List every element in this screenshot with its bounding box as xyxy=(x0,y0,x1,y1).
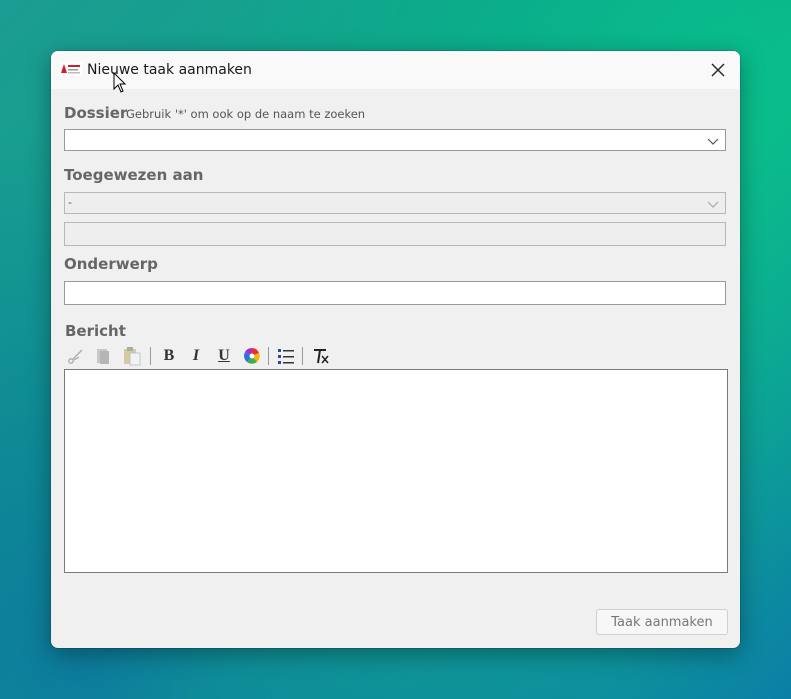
dossier-label: Dossier xyxy=(64,104,128,122)
assigned-combobox[interactable]: - xyxy=(64,192,726,214)
bullet-list-icon xyxy=(278,349,294,364)
title-bar[interactable]: Nieuwe taak aanmaken xyxy=(51,51,740,89)
mouse-cursor-icon xyxy=(113,72,127,93)
app-logo-icon xyxy=(60,62,82,76)
subject-field[interactable] xyxy=(64,281,726,305)
bold-button[interactable]: B xyxy=(158,345,180,367)
editor-toolbar: B I U xyxy=(65,345,365,367)
dialog-title: Nieuwe taak aanmaken xyxy=(87,62,252,78)
new-task-dialog: Nieuwe taak aanmaken Dossier Gebruik '*'… xyxy=(51,51,740,648)
subject-input[interactable] xyxy=(65,282,725,304)
dossier-hint: Gebruik '*' om ook op de naam te zoeken xyxy=(126,107,366,121)
bold-icon: B xyxy=(163,347,175,364)
assigned-label: Toegewezen aan xyxy=(64,166,204,184)
chevron-down-icon[interactable] xyxy=(706,198,720,210)
copy-icon xyxy=(97,349,109,364)
italic-icon: I xyxy=(192,347,200,364)
toolbar-separator xyxy=(268,347,269,365)
clear-format-button[interactable] xyxy=(310,345,332,367)
create-task-button[interactable]: Taak aanmaken xyxy=(596,609,728,635)
text-color-button[interactable] xyxy=(241,345,263,367)
subject-label: Onderwerp xyxy=(64,255,158,273)
toolbar-separator xyxy=(150,347,151,365)
cut-button[interactable] xyxy=(65,345,87,367)
underline-icon: U xyxy=(218,347,230,364)
message-editor[interactable] xyxy=(64,369,728,573)
close-button[interactable] xyxy=(701,55,735,85)
assigned-value: - xyxy=(68,195,72,209)
dossier-input[interactable] xyxy=(65,130,725,150)
toolbar-separator xyxy=(302,347,303,365)
underline-button[interactable]: U xyxy=(213,345,235,367)
italic-button[interactable]: I xyxy=(185,345,207,367)
copy-button[interactable] xyxy=(92,345,114,367)
bullet-list-button[interactable] xyxy=(275,345,297,367)
scissors-icon xyxy=(68,349,83,364)
chevron-down-icon[interactable] xyxy=(706,135,720,147)
color-wheel-icon xyxy=(244,347,260,364)
message-label: Bericht xyxy=(65,322,126,340)
close-icon xyxy=(711,63,725,77)
paste-icon xyxy=(124,347,141,366)
paste-button[interactable] xyxy=(121,345,143,367)
assigned-detail-field xyxy=(64,222,726,246)
dossier-combobox[interactable] xyxy=(64,129,726,151)
clear-format-icon xyxy=(314,349,329,364)
